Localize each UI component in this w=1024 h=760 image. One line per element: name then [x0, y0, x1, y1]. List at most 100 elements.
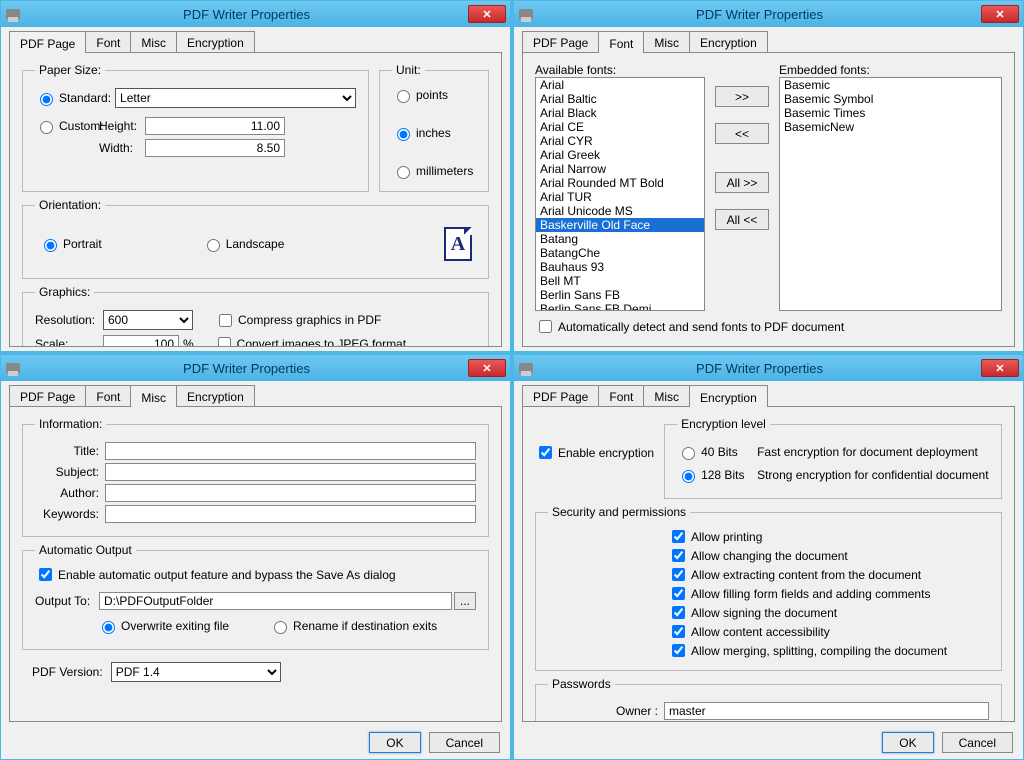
radio-landscape[interactable]	[207, 239, 220, 252]
tab-pdf-page[interactable]: PDF Page	[522, 31, 599, 52]
list-item[interactable]: BatangChe	[536, 246, 704, 260]
radio-40bits[interactable]	[682, 447, 695, 460]
radio-overwrite[interactable]	[102, 621, 115, 634]
pdf-version-combo[interactable]: PDF 1.4	[111, 662, 281, 682]
check-allow-extract[interactable]	[672, 568, 685, 581]
radio-portrait[interactable]	[44, 239, 57, 252]
available-fonts-label: Available fonts:	[535, 63, 705, 77]
title-field[interactable]	[105, 442, 476, 460]
check-allow-sign[interactable]	[672, 606, 685, 619]
cancel-button[interactable]: Cancel	[429, 732, 500, 753]
inches-label: inches	[416, 126, 451, 140]
height-field[interactable]	[145, 117, 285, 135]
close-button[interactable]: ✕	[468, 5, 506, 23]
list-item[interactable]: Bauhaus 93	[536, 260, 704, 274]
ok-button[interactable]: OK	[882, 732, 933, 753]
list-item[interactable]: Baskerville Old Face	[536, 218, 704, 232]
radio-rename[interactable]	[274, 621, 287, 634]
tab-encryption[interactable]: Encryption	[176, 31, 255, 52]
standard-combo[interactable]: Letter	[115, 88, 356, 108]
keywords-field[interactable]	[105, 505, 476, 523]
tab-font[interactable]: Font	[85, 31, 131, 52]
list-item[interactable]: Berlin Sans FB	[536, 288, 704, 302]
browse-button[interactable]: ...	[454, 592, 476, 610]
list-item[interactable]: Batang	[536, 232, 704, 246]
close-button[interactable]: ✕	[981, 359, 1019, 377]
list-item[interactable]: Basemic	[780, 78, 1001, 92]
tab-pdf-page[interactable]: PDF Page	[9, 385, 86, 406]
tab-encryption[interactable]: Encryption	[176, 385, 255, 406]
list-item[interactable]: Basemic Times	[780, 106, 1001, 120]
tab-misc[interactable]: Misc	[130, 31, 177, 52]
list-item[interactable]: Arial Rounded MT Bold	[536, 176, 704, 190]
list-item[interactable]: Arial Unicode MS	[536, 204, 704, 218]
list-item[interactable]: Arial	[536, 78, 704, 92]
available-fonts-list[interactable]: ArialArial BalticArial BlackArial CEAria…	[535, 77, 705, 311]
subject-field[interactable]	[105, 463, 476, 481]
list-item[interactable]: Arial Black	[536, 106, 704, 120]
tab-font[interactable]: Font	[598, 385, 644, 406]
radio-millimeters[interactable]	[397, 166, 410, 179]
embedded-fonts-list[interactable]: BasemicBasemic SymbolBasemic TimesBasemi…	[779, 77, 1002, 311]
radio-inches[interactable]	[397, 128, 410, 141]
embedded-fonts-label: Embedded fonts:	[779, 63, 1002, 77]
check-allow-accessibility[interactable]	[672, 625, 685, 638]
check-enable-encryption[interactable]	[539, 446, 552, 459]
radio-standard[interactable]	[40, 93, 53, 106]
window-title: PDF Writer Properties	[25, 361, 468, 376]
author-field[interactable]	[105, 484, 476, 502]
owner-password-field[interactable]	[664, 702, 989, 720]
width-label: Width:	[99, 141, 145, 155]
titlebar[interactable]: PDF Writer Properties ✕	[514, 1, 1023, 27]
check-allow-print[interactable]	[672, 530, 685, 543]
radio-custom[interactable]	[40, 121, 53, 134]
list-item[interactable]: Arial TUR	[536, 190, 704, 204]
check-auto-fonts[interactable]	[539, 320, 552, 333]
remove-all-button[interactable]: All <<	[715, 209, 769, 230]
titlebar[interactable]: PDF Writer Properties ✕	[514, 355, 1023, 381]
ok-button[interactable]: OK	[369, 732, 420, 753]
check-allow-merge[interactable]	[672, 644, 685, 657]
radio-points[interactable]	[397, 90, 410, 103]
check-convert-jpeg[interactable]	[218, 337, 231, 347]
close-button[interactable]: ✕	[468, 359, 506, 377]
check-allow-fillform[interactable]	[672, 587, 685, 600]
check-allow-change[interactable]	[672, 549, 685, 562]
list-item[interactable]: Basemic Symbol	[780, 92, 1001, 106]
convert-jpeg-label: Convert images to JPEG format	[237, 337, 406, 348]
tab-misc[interactable]: Misc	[643, 31, 690, 52]
tab-encryption[interactable]: Encryption	[689, 31, 768, 52]
unit-group: Unit: points inches millimeters	[379, 63, 489, 192]
owner-label: Owner :	[608, 704, 658, 718]
titlebar[interactable]: PDF Writer Properties ✕	[1, 1, 510, 27]
points-label: points	[416, 88, 448, 102]
check-enable-auto[interactable]	[39, 568, 52, 581]
check-compress[interactable]	[219, 314, 232, 327]
close-button[interactable]: ✕	[981, 5, 1019, 23]
scale-field[interactable]	[103, 335, 179, 348]
add-font-button[interactable]: >>	[715, 86, 769, 107]
list-item[interactable]: Arial Baltic	[536, 92, 704, 106]
add-all-button[interactable]: All >>	[715, 172, 769, 193]
list-item[interactable]: Arial Narrow	[536, 162, 704, 176]
list-item[interactable]: BasemicNew	[780, 120, 1001, 134]
tab-font[interactable]: Font	[598, 31, 644, 53]
list-item[interactable]: Arial Greek	[536, 148, 704, 162]
resolution-combo[interactable]: 600	[103, 310, 193, 330]
remove-font-button[interactable]: <<	[715, 123, 769, 144]
tab-pdf-page[interactable]: PDF Page	[9, 31, 86, 53]
radio-128bits[interactable]	[682, 470, 695, 483]
tab-pdf-page[interactable]: PDF Page	[522, 385, 599, 406]
list-item[interactable]: Arial CE	[536, 120, 704, 134]
list-item[interactable]: Arial CYR	[536, 134, 704, 148]
tab-font[interactable]: Font	[85, 385, 131, 406]
tab-misc[interactable]: Misc	[643, 385, 690, 406]
cancel-button[interactable]: Cancel	[942, 732, 1013, 753]
output-to-field[interactable]	[99, 592, 452, 610]
width-field[interactable]	[145, 139, 285, 157]
tab-encryption[interactable]: Encryption	[689, 385, 768, 407]
list-item[interactable]: Bell MT	[536, 274, 704, 288]
titlebar[interactable]: PDF Writer Properties ✕	[1, 355, 510, 381]
list-item[interactable]: Berlin Sans FB Demi	[536, 302, 704, 311]
tab-misc[interactable]: Misc	[130, 385, 177, 407]
